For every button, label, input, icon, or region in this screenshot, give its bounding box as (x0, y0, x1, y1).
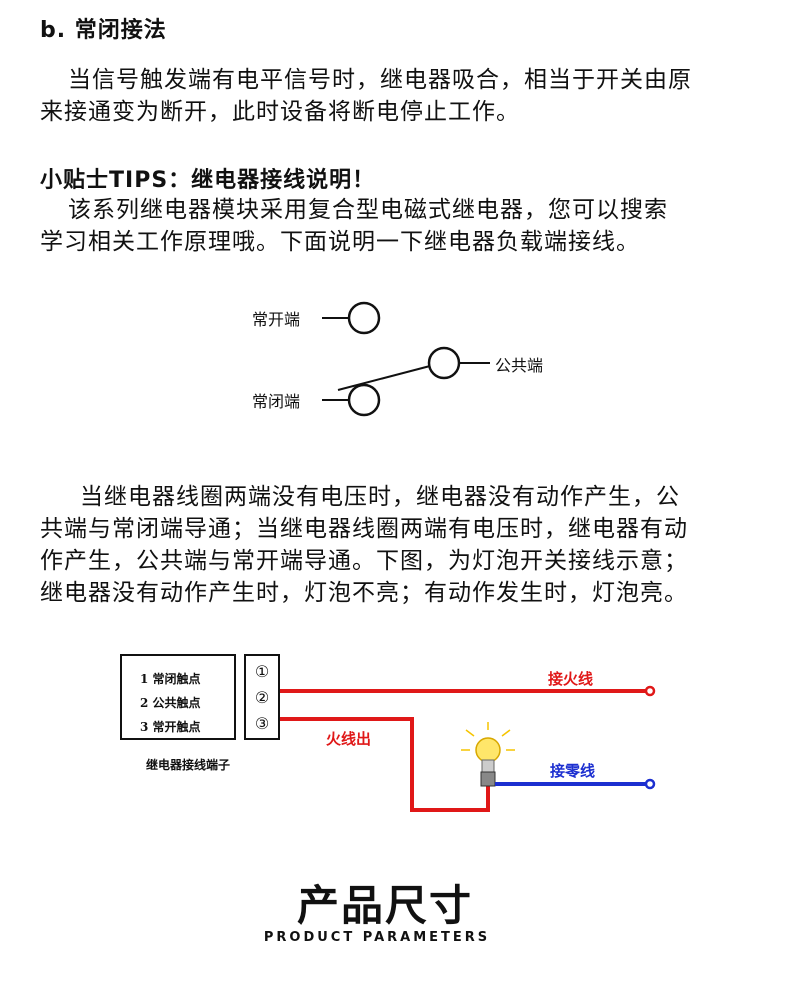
contact-label-com: 2 公共触点 (140, 696, 201, 710)
no-terminal-label: 常开端 (252, 310, 301, 329)
bulb-icon (461, 722, 515, 787)
explain-line1: 当继电器线圈两端没有电压时，继电器没有动作产生，公 (80, 484, 680, 510)
explain-line2: 共端与常闭端导通；当继电器线圈两端有电压时，继电器有动 (40, 516, 688, 542)
nc-terminal-circle (347, 383, 381, 417)
tips-heading: 小贴士TIPS：继电器接线说明！ (40, 168, 376, 193)
live-in-terminal (644, 685, 656, 697)
relay-contact-diagram: 常开端 常闭端 公共端 (240, 290, 580, 430)
section-b-text-line1: 当信号触发端有电平信号时，继电器吸合，相当于开关由原 (68, 67, 692, 93)
section-b-text-line2: 来接通变为断开，此时设备将断电停止工作。 (40, 99, 520, 125)
contact-label-nc: 1 常闭触点 (140, 672, 201, 686)
tips-text-line2: 学习相关工作原理哦。下面说明一下继电器负载端接线。 (40, 229, 640, 255)
product-subtitle: PRODUCT PARAMETERS (263, 930, 491, 945)
explain-line4: 继电器没有动作产生时，灯泡不亮；有动作发生时，灯泡亮。 (40, 580, 688, 606)
terminal-caption: 继电器接线端子 (146, 758, 231, 772)
terminal-number-2: ② (254, 688, 270, 707)
product-title: 产品尺寸 (296, 881, 473, 930)
live-out-label: 火线出 (326, 730, 372, 748)
terminal-number-1: ① (254, 662, 270, 681)
live-out-wire (280, 717, 490, 812)
no-terminal-circle (347, 301, 381, 335)
contact-label-no: 3 常开触点 (140, 720, 201, 734)
nc-terminal-label: 常闭端 (252, 392, 301, 411)
com-terminal-circle (427, 346, 461, 380)
live-in-label: 接火线 (548, 670, 594, 688)
terminal-number-3: ③ (254, 714, 270, 733)
bulb-wiring-diagram: 1 常闭触点 2 公共触点 3 常开触点 ① ② ③ 继电器接线端子 接火线 火… (120, 650, 680, 830)
terminal-number-box: ① ② ③ (244, 654, 280, 740)
tips-text-line1: 该系列继电器模块采用复合型电磁式继电器，您可以搜索 (68, 197, 668, 223)
neutral-label: 接零线 (550, 762, 596, 780)
explain-line3: 作产生，公共端与常开端导通。下图，为灯泡开关接线示意； (40, 548, 688, 574)
neutral-terminal (644, 778, 656, 790)
switch-arm-line (337, 365, 431, 391)
section-b-heading: b. 常闭接法 (40, 18, 167, 43)
contact-description-box: 1 常闭触点 2 公共触点 3 常开触点 (120, 654, 236, 740)
com-terminal-label: 公共端 (495, 356, 544, 375)
